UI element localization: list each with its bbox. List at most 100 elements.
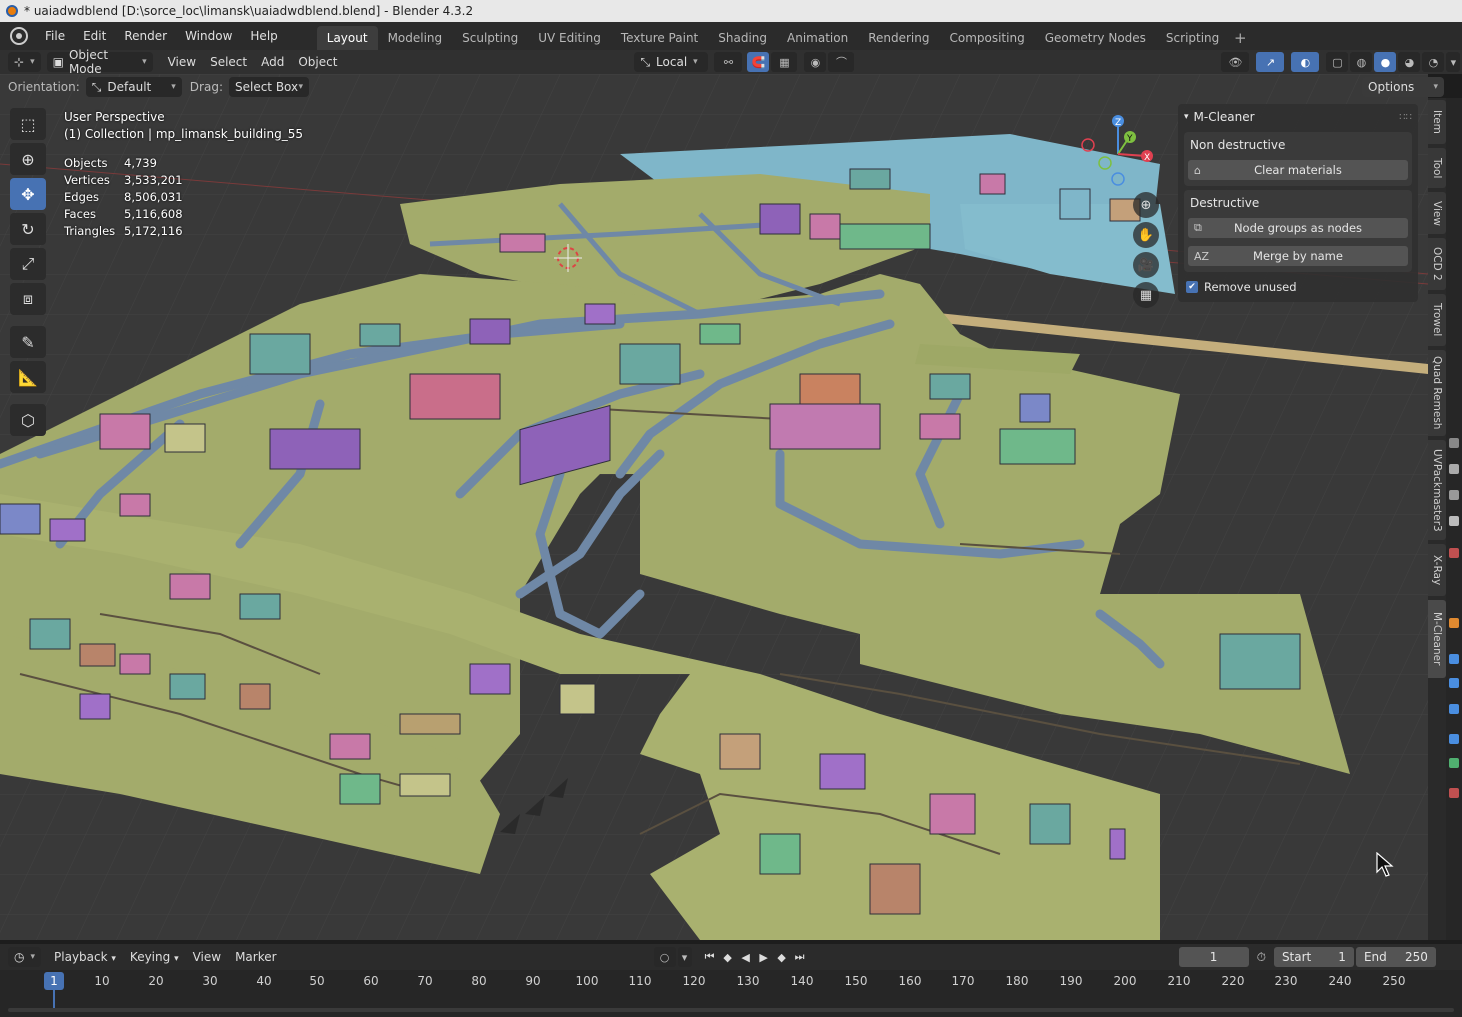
pivot-point-icon[interactable]: ⚯	[714, 52, 743, 72]
menu-view[interactable]: View	[161, 55, 203, 69]
shading-material-icon[interactable]: ◕	[1398, 52, 1421, 72]
mode-selector[interactable]: ▣ Object Mode ▾	[46, 48, 153, 76]
xray-toggle-icon[interactable]: ▢	[1326, 52, 1349, 72]
jump-end-icon[interactable]: ⏭	[791, 950, 809, 964]
tab-modeling[interactable]: Modeling	[378, 26, 453, 50]
menu-playback[interactable]: Playback ▾	[47, 950, 123, 964]
sidetab-quad-remesh[interactable]: Quad Remesh	[1428, 350, 1446, 436]
sidetab-view[interactable]: View	[1428, 192, 1446, 234]
menu-select[interactable]: Select	[203, 55, 254, 69]
visibility-icon[interactable]: 👁	[1221, 52, 1250, 72]
transform-tool-icon[interactable]: ⧈	[10, 283, 46, 315]
merge-by-name-button[interactable]: AZ Merge by name	[1188, 246, 1408, 266]
menu-edit[interactable]: Edit	[74, 22, 115, 50]
menu-marker[interactable]: Marker	[228, 950, 283, 964]
ortho-grid-icon[interactable]: ▦	[1133, 282, 1159, 308]
shading-options-icon[interactable]: ▾	[1446, 52, 1461, 72]
3d-viewport[interactable]: User Perspective (1) Collection | mp_lim…	[0, 74, 1428, 940]
tab-layout[interactable]: Layout	[316, 26, 378, 50]
jump-start-icon[interactable]: ⏮	[701, 950, 719, 964]
sidetab-m-cleaner[interactable]: M-Cleaner	[1428, 600, 1446, 678]
menu-keying[interactable]: Keying ▾	[123, 950, 186, 964]
falloff-icon[interactable]: ⌒	[828, 52, 855, 72]
scene-props-icon[interactable]	[1449, 548, 1459, 558]
menu-render[interactable]: Render	[115, 22, 176, 50]
menu-help[interactable]: Help	[241, 22, 286, 50]
play-reverse-icon[interactable]: ◀	[737, 951, 755, 964]
timeline-ruler[interactable]: 1 10 20 30 40 50 60 70 80 90 100 110 120…	[0, 970, 1462, 1017]
orientation-selector[interactable]: ⤡ Default ▾	[85, 77, 182, 97]
cursor-tool-icon[interactable]: ⊕	[10, 143, 46, 175]
editor-type-selector[interactable]: ⊹ ▾	[8, 52, 41, 72]
menu-add[interactable]: Add	[254, 55, 291, 69]
sidetab-uvpackmaster3[interactable]: UVPackmaster3	[1428, 440, 1446, 540]
overlay-toggle-icon[interactable]: ◐	[1291, 52, 1320, 72]
pan-hand-icon[interactable]: ✋	[1133, 222, 1159, 248]
jump-next-key-icon[interactable]: ◆	[773, 951, 791, 964]
jump-prev-key-icon[interactable]: ◆	[719, 951, 737, 964]
material-props-icon[interactable]	[1449, 788, 1459, 798]
gizmo-toggle-icon[interactable]: ↗	[1256, 52, 1285, 72]
modifier-props-icon[interactable]	[1449, 654, 1459, 664]
menu-window[interactable]: Window	[176, 22, 241, 50]
snap-toggle-icon[interactable]: 🧲	[747, 52, 770, 72]
options-dropdown[interactable]: Options ▾	[1362, 77, 1444, 97]
shading-wireframe-icon[interactable]: ◍	[1350, 52, 1373, 72]
play-icon[interactable]: ▶	[755, 951, 773, 964]
move-tool-icon[interactable]: ✥	[10, 178, 46, 210]
output-props-icon[interactable]	[1449, 490, 1459, 500]
sidetab-ocd2[interactable]: OCD 2	[1428, 238, 1446, 290]
navigation-gizmo[interactable]: Z Y X	[1078, 114, 1158, 194]
tab-compositing[interactable]: Compositing	[939, 26, 1034, 50]
tab-animation[interactable]: Animation	[777, 26, 858, 50]
transform-space-selector[interactable]: ⤡ Local ▾	[634, 52, 709, 72]
panel-header[interactable]: ▾ M-Cleaner ∷∷	[1184, 106, 1412, 128]
drag-handle-icon[interactable]: ∷∷	[1399, 112, 1412, 123]
view-layer-props-icon[interactable]	[1449, 516, 1459, 526]
clear-materials-button[interactable]: ⌂ Clear materials	[1188, 160, 1408, 180]
shading-solid-icon[interactable]: ●	[1374, 52, 1397, 72]
end-frame-field[interactable]: End 250	[1355, 947, 1436, 967]
shading-rendered-icon[interactable]: ◔	[1422, 52, 1445, 72]
tool-props-icon[interactable]	[1449, 438, 1459, 448]
sidetab-trowel[interactable]: Trowel	[1428, 294, 1446, 346]
zoom-icon[interactable]: ⊕	[1133, 192, 1159, 218]
sidetab-item[interactable]: Item	[1428, 100, 1446, 144]
measure-tool-icon[interactable]: 📐	[10, 361, 46, 393]
add-workspace-button[interactable]: +	[1229, 26, 1251, 50]
stopwatch-icon[interactable]: ⏱	[1257, 950, 1266, 965]
snap-target-icon[interactable]: ▦	[771, 52, 798, 72]
timeline-editor-type[interactable]: ◷ ▾	[8, 947, 42, 967]
timeline-scrollbar[interactable]	[8, 1008, 1454, 1012]
menu-object[interactable]: Object	[291, 55, 344, 69]
drag-selector[interactable]: Select Box ▾	[228, 77, 309, 97]
tab-rendering[interactable]: Rendering	[858, 26, 939, 50]
tab-shading[interactable]: Shading	[708, 26, 777, 50]
tab-geometry-nodes[interactable]: Geometry Nodes	[1035, 26, 1156, 50]
node-groups-button[interactable]: ⧉ Node groups as nodes	[1188, 218, 1408, 238]
blender-menu-icon[interactable]	[10, 27, 28, 45]
particles-props-icon[interactable]	[1449, 678, 1459, 688]
tab-texture-paint[interactable]: Texture Paint	[611, 26, 708, 50]
start-frame-field[interactable]: Start 1	[1273, 947, 1354, 967]
menu-timeline-view[interactable]: View	[186, 950, 228, 964]
tab-uv-editing[interactable]: UV Editing	[528, 26, 611, 50]
physics-props-icon[interactable]	[1449, 704, 1459, 714]
rotate-tool-icon[interactable]: ↻	[10, 213, 46, 245]
menu-file[interactable]: File	[36, 22, 74, 50]
constraints-props-icon[interactable]	[1449, 734, 1459, 744]
scale-tool-icon[interactable]: ⤢	[10, 248, 46, 280]
current-frame-field[interactable]: 1	[1178, 947, 1249, 967]
camera-view-icon[interactable]: 🎥	[1133, 252, 1159, 278]
data-props-icon[interactable]	[1449, 758, 1459, 768]
tab-scripting[interactable]: Scripting	[1156, 26, 1229, 50]
select-box-tool-icon[interactable]: ⬚	[10, 108, 46, 140]
keying-options-icon[interactable]: ▾	[677, 947, 692, 967]
tab-sculpting[interactable]: Sculpting	[452, 26, 528, 50]
sidetab-xray[interactable]: X-Ray	[1428, 544, 1446, 596]
add-cube-tool-icon[interactable]: ⬡	[10, 404, 46, 436]
playhead-frame-indicator[interactable]: 1	[44, 972, 64, 990]
object-props-icon[interactable]	[1449, 618, 1459, 628]
proportional-edit-icon[interactable]: ◉	[804, 52, 827, 72]
annotate-tool-icon[interactable]: ✎	[10, 326, 46, 358]
